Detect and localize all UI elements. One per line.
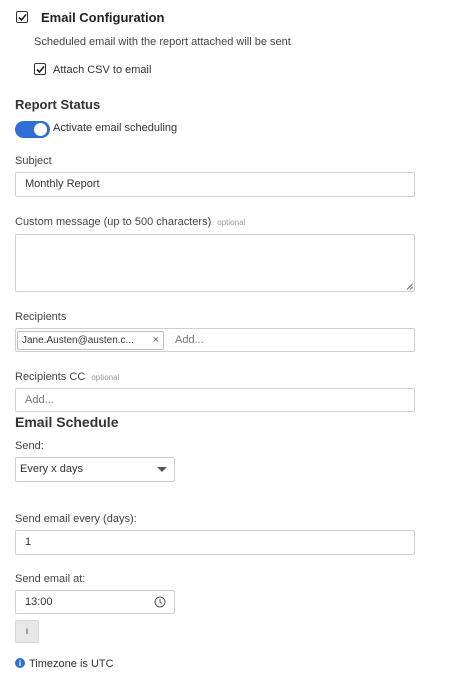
recipients-label: Recipients [15, 311, 67, 323]
info-glyph-icon [19, 660, 21, 666]
timezone-note: Timezone is UTC [29, 658, 114, 670]
clock-icon[interactable] [154, 596, 166, 608]
subject-input[interactable]: Monthly Report [15, 172, 415, 197]
send-every-label: Send email every (days): [15, 513, 137, 525]
checkmark-icon [36, 65, 45, 74]
email-configuration-description: Scheduled email with the report attached… [34, 36, 291, 48]
chip-remove-icon[interactable]: × [153, 332, 159, 349]
recipients-placeholder: Add... [175, 334, 204, 346]
custom-message-textarea[interactable] [15, 234, 415, 292]
attach-csv-label: Attach CSV to email [53, 64, 152, 76]
send-time-input[interactable]: 13:00 [15, 590, 175, 614]
report-status-heading: Report Status [15, 97, 101, 112]
recipient-chip: Jane.Austen@austen.c... × [17, 331, 164, 350]
attach-csv-checkbox[interactable] [34, 63, 46, 75]
email-schedule-heading: Email Schedule [15, 414, 119, 430]
send-at-label: Send email at: [15, 573, 86, 585]
send-frequency-value: Every x days [20, 463, 83, 475]
custom-message-label-text: Custom message (up to 500 characters) [15, 216, 212, 228]
subject-label: Subject [15, 155, 52, 167]
activate-scheduling-label: Activate email scheduling [53, 122, 178, 134]
recipients-cc-input[interactable]: Add... [15, 388, 415, 412]
recipients-cc-label-text: Recipients CC [15, 371, 86, 383]
email-configuration-checkbox[interactable] [16, 11, 28, 23]
checkmark-icon [18, 13, 27, 22]
recipients-cc-optional-tag: optional [91, 373, 120, 382]
resize-handle-icon[interactable] [406, 283, 413, 290]
recipients-cc-label: Recipients CC optional [15, 371, 119, 383]
send-frequency-select[interactable]: Every x days [15, 457, 175, 482]
email-configuration-title: Email Configuration [41, 10, 165, 25]
send-time-value: 13:00 [25, 596, 53, 608]
small-action-button[interactable]: ı [15, 620, 39, 643]
send-label: Send: [15, 440, 44, 452]
info-icon [15, 658, 25, 668]
recipients-cc-placeholder: Add... [25, 394, 54, 406]
send-every-input[interactable]: 1 [15, 530, 415, 555]
toggle-knob [34, 123, 47, 136]
custom-message-optional-tag: optional [217, 218, 246, 227]
custom-message-label: Custom message (up to 500 characters) opt… [15, 216, 245, 228]
activate-scheduling-toggle[interactable] [15, 121, 50, 138]
recipient-chip-label: Jane.Austen@austen.c... [22, 335, 134, 346]
chevron-down-icon [157, 467, 167, 472]
